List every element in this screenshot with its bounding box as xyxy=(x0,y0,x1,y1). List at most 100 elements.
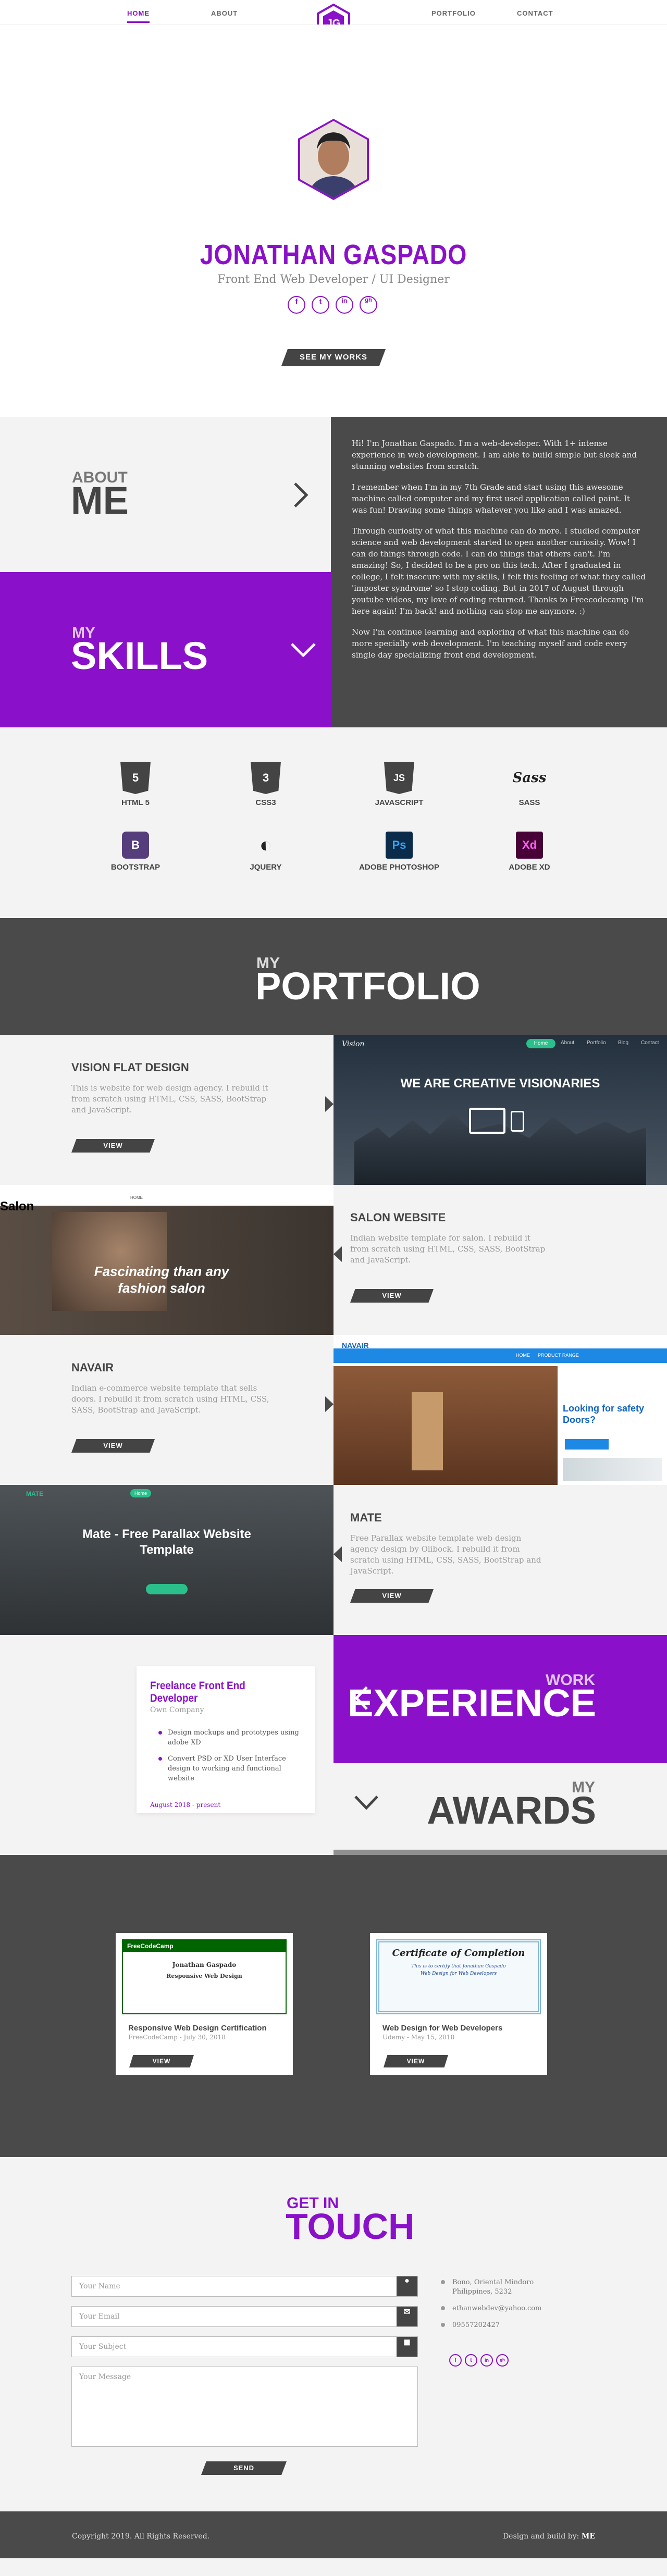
css3-icon: 3 xyxy=(251,762,281,794)
github-icon[interactable]: gh xyxy=(360,296,377,314)
view-button[interactable]: VIEW xyxy=(71,1139,155,1153)
message-placeholder: Your Message xyxy=(79,2373,131,2381)
screenshot-menu-item: PRODUCT RANGE xyxy=(538,1353,579,1358)
chevron-right-icon[interactable] xyxy=(292,481,308,509)
list-item: Design mockups and prototypes using adob… xyxy=(158,1728,301,1748)
linkedin-icon[interactable]: in xyxy=(336,296,353,314)
contact-big-heading: TOUCH xyxy=(286,2206,415,2247)
arrow-right-icon xyxy=(325,1396,334,1412)
door-image xyxy=(412,1392,443,1470)
about-me-panel[interactable]: ABOUT ME xyxy=(0,417,331,572)
svg-text:JG: JG xyxy=(327,18,341,25)
view-button[interactable]: VIEW xyxy=(350,1589,434,1603)
address-block: Bono, Oriental Mindoro Philippines, 5232… xyxy=(441,2278,541,2330)
send-button[interactable]: SEND xyxy=(201,2461,287,2475)
cert-course: Web Design for Web Developers xyxy=(420,1971,497,1976)
bio-text: Hi! I'm Jonathan Gaspado. I'm a web-deve… xyxy=(331,417,667,727)
doors-image xyxy=(334,1366,558,1485)
screenshot-heading: Mate - Free Parallax Website Template xyxy=(82,1527,251,1557)
screenshot-menu-item: About xyxy=(561,1040,575,1046)
portfolio-section: MY PORTFOLIO VISION FLAT DESIGN This is … xyxy=(0,918,667,1635)
footer: Copyright 2019. All Rights Reserved. Des… xyxy=(0,2511,667,2558)
twitter-icon[interactable]: t xyxy=(312,296,329,314)
view-button[interactable]: VIEW xyxy=(129,2055,194,2067)
thumbnail-strip xyxy=(563,1458,662,1481)
github-icon[interactable]: gh xyxy=(496,2354,509,2367)
avatar xyxy=(298,119,369,200)
experience-section: Freelance Front End Developer Own Compan… xyxy=(0,1635,667,1855)
skill-label: ADOBE XD xyxy=(509,863,550,872)
view-button[interactable]: VIEW xyxy=(384,2055,448,2067)
experience-big-heading: EXPERIENCE xyxy=(347,1681,596,1725)
address-line: Philippines, 5232 xyxy=(452,2288,512,2296)
facebook-icon[interactable]: f xyxy=(449,2354,462,2367)
top-navbar: HOME ABOUT JG PORTFOLIO CONTACT xyxy=(0,0,667,25)
screenshot-menu-item: Contact xyxy=(641,1040,659,1046)
project-screenshot[interactable]: MATE Home Mate - Free Parallax Website T… xyxy=(0,1485,334,1635)
arrow-left-icon xyxy=(334,1246,342,1262)
name-field[interactable]: Your Name ● xyxy=(71,2276,418,2297)
message-field[interactable]: Your Message xyxy=(71,2367,418,2447)
skill-label: HTML 5 xyxy=(121,798,150,807)
linkedin-icon[interactable]: in xyxy=(480,2354,493,2367)
view-button[interactable]: VIEW xyxy=(350,1289,434,1303)
skills-grid: 5 HTML 5 3 CSS3 JS JAVASCRIPT Sass SASS B BOO… xyxy=(0,727,667,918)
email-field[interactable]: Your Email ✉ xyxy=(71,2306,418,2327)
skill-sass: Sass SASS xyxy=(472,762,587,807)
skill-javascript: JS JAVASCRIPT xyxy=(342,762,456,807)
phone-icon xyxy=(441,2323,445,2327)
nav-about-link[interactable]: ABOUT xyxy=(211,9,238,17)
project-card: NAVAIR Indian e-commerce website templat… xyxy=(0,1335,334,1485)
project-screenshot[interactable]: Salon HOME Fascinating than any fashion … xyxy=(0,1185,334,1335)
location-icon xyxy=(441,2280,445,2284)
certificate-image[interactable]: FreeCodeCamp Jonathan Gaspado Responsive… xyxy=(122,1939,287,2014)
view-button[interactable]: VIEW xyxy=(71,1439,155,1453)
subject-field[interactable]: Your Subject ◼ xyxy=(71,2336,418,2357)
skill-label: BOOTSTRAP xyxy=(110,863,160,872)
twitter-icon[interactable]: t xyxy=(465,2354,477,2367)
screenshot-heading: Looking for safety Doors? xyxy=(563,1403,645,1425)
skill-css3: 3 CSS3 xyxy=(208,762,323,807)
contact-email[interactable]: ethanwebdev@yahoo.com xyxy=(452,2305,541,2312)
see-my-works-button[interactable]: SEE MY WORKS xyxy=(281,349,386,366)
arrow-right-icon xyxy=(325,1096,334,1112)
project-title: NAVAIR xyxy=(71,1361,114,1374)
certificate-image[interactable]: Certificate of Completion This is to cer… xyxy=(376,1939,541,2014)
logo-icon[interactable]: JG xyxy=(316,3,351,25)
facebook-icon[interactable]: f xyxy=(288,296,305,314)
screenshot-heading: Fascinating than any fashion salon xyxy=(94,1264,229,1296)
chevron-down-icon[interactable] xyxy=(290,641,317,658)
screenshot-button xyxy=(565,1439,609,1450)
job-title: Freelance Front End Developer xyxy=(150,1680,245,1704)
nav-contact-link[interactable]: CONTACT xyxy=(517,9,553,17)
user-icon: ● xyxy=(397,2276,417,2296)
project-title: MATE xyxy=(350,1511,382,1524)
contact-phone[interactable]: 09557202427 xyxy=(452,2321,500,2329)
cert-recipient: This is to certify that Jonathan Gaspado xyxy=(411,1964,506,1969)
project-screenshot[interactable]: NAVAIR HOME PRODUCT RANGE Looking for sa… xyxy=(334,1335,667,1485)
skill-label: JQUERY xyxy=(250,863,282,872)
project-card: VISION FLAT DESIGN This is website for w… xyxy=(0,1035,334,1185)
skill-bootstrap: B BOOTSTRAP xyxy=(78,832,193,872)
nav-home-link[interactable]: HOME xyxy=(127,9,150,23)
nav-portfolio-link[interactable]: PORTFOLIO xyxy=(431,9,476,17)
bio-paragraph: Hi! I'm Jonathan Gaspado. I'm a web-deve… xyxy=(352,439,637,471)
adobe-xd-icon: Xd xyxy=(516,832,543,859)
mail-icon xyxy=(441,2306,445,2310)
laptop-icon xyxy=(469,1108,505,1134)
chevron-down-icon[interactable] xyxy=(353,1794,379,1810)
screenshot-logo: Vision xyxy=(342,1040,365,1048)
work-experience-panel[interactable]: WORK EXPERIENCE xyxy=(334,1635,667,1763)
awards-panel[interactable]: MY AWARDS xyxy=(334,1763,667,1855)
company-name: Own Company xyxy=(150,1706,204,1714)
list-item: Convert PSD or XD User Interface design … xyxy=(158,1754,301,1784)
project-screenshot[interactable]: Vision Home About Portfolio Blog Contact… xyxy=(334,1035,667,1185)
my-skills-panel[interactable]: MY SKILLS xyxy=(0,572,334,727)
certificate-title: Web Design for Web Developers xyxy=(382,2024,503,2033)
photoshop-icon: Ps xyxy=(386,832,413,859)
certificate-title: Responsive Web Design Certification xyxy=(128,2024,267,2033)
project-description: Indian website template for salon. I reb… xyxy=(350,1233,546,1265)
portfolio-header: MY PORTFOLIO xyxy=(0,918,667,1035)
project-title: VISION FLAT DESIGN xyxy=(71,1061,189,1074)
screenshot-button xyxy=(146,1584,188,1594)
